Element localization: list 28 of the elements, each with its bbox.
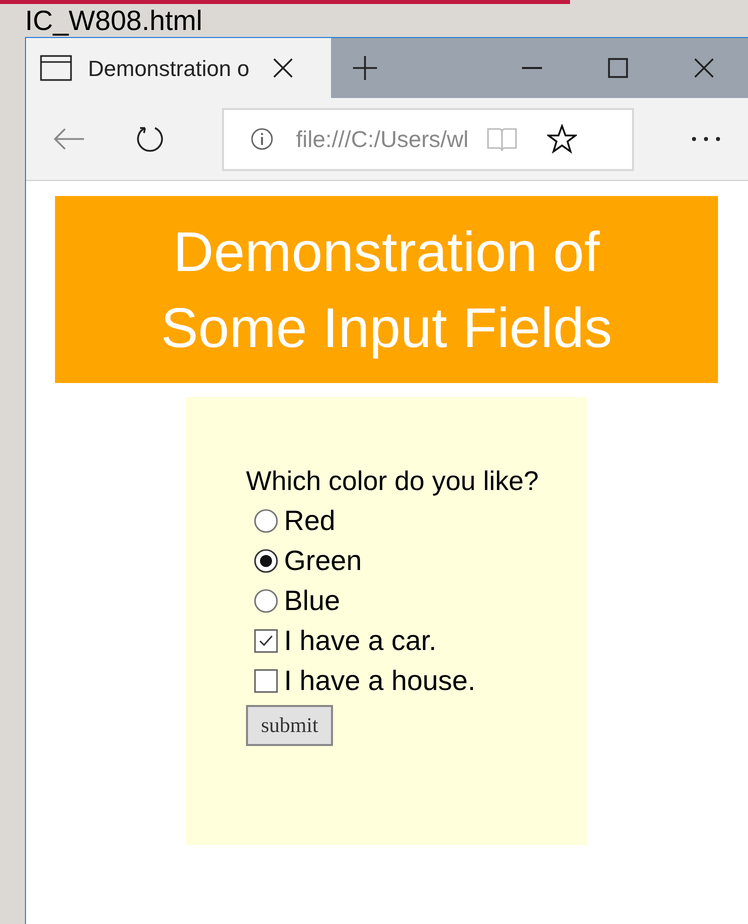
close-icon[interactable] — [694, 58, 714, 78]
page-icon — [40, 55, 72, 81]
submit-button[interactable]: submit — [246, 705, 334, 746]
address-text: file:///C:/Users/wl — [296, 124, 469, 154]
checkbox-label: I have a house. — [284, 667, 476, 695]
plus-icon[interactable] — [353, 56, 377, 80]
page-heading: Demonstration of Some Input Fields — [160, 218, 614, 361]
radio-button[interactable] — [254, 509, 278, 533]
question-text: Which color do you like? — [246, 465, 540, 498]
back-arrow-icon[interactable] — [53, 127, 85, 151]
browser-tab[interactable]: Demonstration o — [26, 38, 331, 98]
radio-label: Green — [284, 547, 362, 575]
radio-label: Red — [284, 507, 336, 535]
radio-button[interactable] — [254, 549, 278, 573]
maximize-icon[interactable] — [608, 58, 628, 78]
checkbox[interactable] — [254, 629, 278, 653]
star-icon[interactable] — [546, 124, 577, 154]
more-icon[interactable] — [692, 137, 720, 141]
slide-title: IC_W808.html — [25, 6, 202, 34]
radio-button[interactable] — [254, 589, 278, 613]
close-icon[interactable] — [273, 58, 294, 78]
checkbox-label: I have a car. — [284, 627, 437, 655]
radio-label: Blue — [284, 587, 340, 615]
info-icon[interactable] — [250, 127, 274, 151]
checkbox[interactable] — [254, 669, 278, 693]
refresh-icon[interactable] — [136, 125, 164, 153]
tab-title: Demonstration o — [88, 54, 250, 82]
address-bar[interactable]: file:///C:/Users/wl — [222, 108, 634, 170]
